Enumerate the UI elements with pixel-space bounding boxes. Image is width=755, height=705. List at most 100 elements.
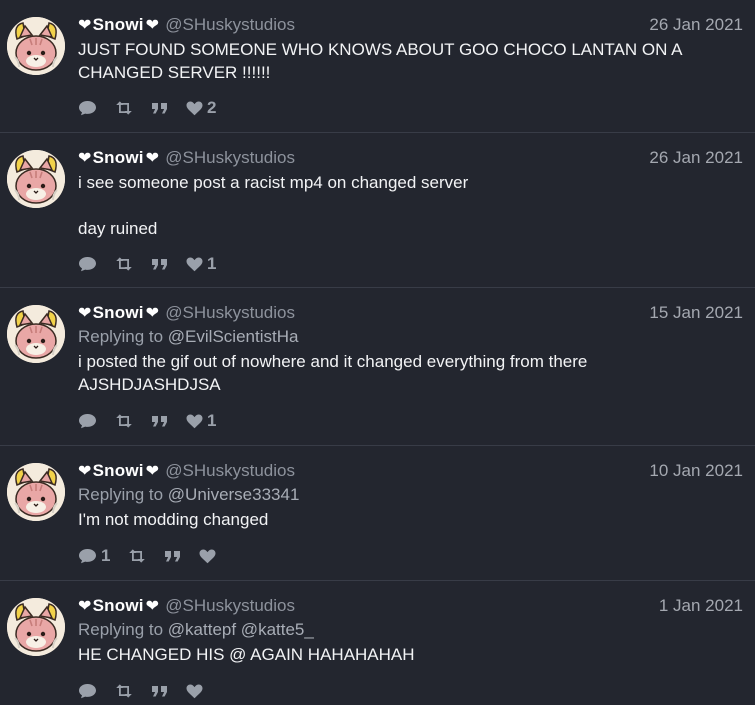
speech-bubble-icon (78, 413, 97, 429)
user-handle[interactable]: @SHuskystudios (165, 15, 295, 34)
retweet-button[interactable] (115, 101, 133, 115)
replying-to: Replying to @kattepf @katte5_ (78, 620, 314, 639)
reply-button[interactable] (78, 256, 97, 272)
quote-button[interactable] (151, 258, 168, 270)
user-handle[interactable]: @SHuskystudios (165, 596, 295, 615)
heart-icon (186, 684, 203, 699)
heart-icon: ❤ (78, 150, 92, 167)
tweet-text: HE CHANGED HIS @ AGAIN HAHAHAHAH (78, 645, 415, 664)
heart-icon: ❤ (78, 305, 92, 322)
quote-icon (164, 550, 181, 562)
avatar-image (7, 598, 65, 656)
quote-icon (151, 102, 168, 114)
speech-bubble-icon (78, 683, 97, 699)
reply-button[interactable]: 1 (78, 546, 110, 566)
retweet-icon (115, 684, 133, 698)
reply-target-link[interactable]: @kattepf @katte5_ (168, 620, 314, 639)
avatar[interactable] (7, 17, 65, 75)
heart-icon (199, 549, 216, 564)
tweet-actions: 1 (78, 409, 216, 433)
like-count: 2 (207, 98, 217, 117)
avatar-image (7, 150, 65, 208)
heart-icon: ❤ (145, 17, 160, 34)
heart-icon (186, 101, 203, 116)
quote-button[interactable] (164, 550, 181, 562)
avatar[interactable] (7, 598, 65, 656)
tweet[interactable]: ❤Snowi ❤ @SHuskystudios 10 Jan 2021 Replyi… (0, 446, 755, 581)
display-name[interactable]: ❤Snowi ❤ (78, 461, 159, 480)
display-name[interactable]: ❤Snowi ❤ (78, 148, 159, 167)
tweet-date[interactable]: 1 Jan 2021 (659, 594, 743, 618)
like-button[interactable]: 1 (186, 254, 216, 274)
avatar[interactable] (7, 150, 65, 208)
like-button[interactable] (186, 684, 203, 699)
quote-button[interactable] (151, 685, 168, 697)
heart-icon (186, 414, 203, 429)
quote-icon (151, 685, 168, 697)
heart-icon: ❤ (145, 305, 160, 322)
like-button[interactable]: 2 (186, 98, 216, 118)
heart-icon: ❤ (145, 598, 160, 615)
retweet-icon (115, 101, 133, 115)
tweet-actions (78, 679, 203, 703)
quote-icon (151, 258, 168, 270)
tweet-text: JUST FOUND SOMEONE WHO KNOWS ABOUT GOO C… (78, 40, 683, 82)
reply-target-link[interactable]: @Universe33341 (168, 485, 300, 504)
tweet[interactable]: ❤Snowi ❤ @SHuskystudios 15 Jan 2021 Replyi… (0, 288, 755, 446)
heart-icon: ❤ (78, 17, 92, 34)
heart-icon: ❤ (78, 598, 92, 615)
tweet-feed: ❤Snowi ❤ @SHuskystudios 26 Jan 2021 JUST F… (0, 0, 755, 705)
tweet-actions: 1 (78, 252, 216, 276)
tweet-date[interactable]: 15 Jan 2021 (649, 301, 743, 325)
tweet[interactable]: ❤Snowi ❤ @SHuskystudios 1 Jan 2021 Replyin… (0, 581, 755, 705)
speech-bubble-icon (78, 256, 97, 272)
tweet-actions: 1 (78, 544, 216, 568)
quote-button[interactable] (151, 102, 168, 114)
tweet[interactable]: ❤Snowi ❤ @SHuskystudios 26 Jan 2021 JUST F… (0, 0, 755, 133)
like-count: 1 (207, 411, 217, 430)
heart-icon: ❤ (145, 150, 160, 167)
tweet-date[interactable]: 26 Jan 2021 (649, 146, 743, 170)
replying-to: Replying to @Universe33341 (78, 485, 300, 504)
tweet-date[interactable]: 10 Jan 2021 (649, 459, 743, 483)
speech-bubble-icon (78, 548, 97, 564)
user-handle[interactable]: @SHuskystudios (165, 303, 295, 322)
reply-button[interactable] (78, 683, 97, 699)
tweet-text: i posted the gif out of nowhere and it c… (78, 352, 588, 394)
retweet-button[interactable] (115, 414, 133, 428)
avatar[interactable] (7, 305, 65, 363)
like-button[interactable] (199, 549, 216, 564)
retweet-button[interactable] (128, 549, 146, 563)
tweet-date[interactable]: 26 Jan 2021 (649, 13, 743, 37)
retweet-icon (128, 549, 146, 563)
retweet-button[interactable] (115, 684, 133, 698)
tweet[interactable]: ❤Snowi ❤ @SHuskystudios 26 Jan 2021 i see … (0, 133, 755, 288)
like-button[interactable]: 1 (186, 411, 216, 431)
retweet-icon (115, 257, 133, 271)
user-handle[interactable]: @SHuskystudios (165, 461, 295, 480)
reply-button[interactable] (78, 413, 97, 429)
avatar-image (7, 17, 65, 75)
speech-bubble-icon (78, 100, 97, 116)
display-name[interactable]: ❤Snowi ❤ (78, 303, 159, 322)
heart-icon: ❤ (78, 463, 92, 480)
reply-button[interactable] (78, 100, 97, 116)
display-name[interactable]: ❤Snowi ❤ (78, 596, 159, 615)
like-count: 1 (207, 254, 217, 273)
tweet-actions: 2 (78, 96, 216, 120)
display-name[interactable]: ❤Snowi ❤ (78, 15, 159, 34)
avatar-image (7, 463, 65, 521)
avatar[interactable] (7, 463, 65, 521)
heart-icon (186, 257, 203, 272)
retweet-icon (115, 414, 133, 428)
tweet-text: I'm not modding changed (78, 510, 269, 529)
replying-to: Replying to @EvilScientistHa (78, 327, 299, 346)
user-handle[interactable]: @SHuskystudios (165, 148, 295, 167)
quote-icon (151, 415, 168, 427)
heart-icon: ❤ (145, 463, 160, 480)
tweet-text: i see someone post a racist mp4 on chang… (78, 173, 469, 238)
reply-target-link[interactable]: @EvilScientistHa (168, 327, 299, 346)
avatar-image (7, 305, 65, 363)
quote-button[interactable] (151, 415, 168, 427)
retweet-button[interactable] (115, 257, 133, 271)
